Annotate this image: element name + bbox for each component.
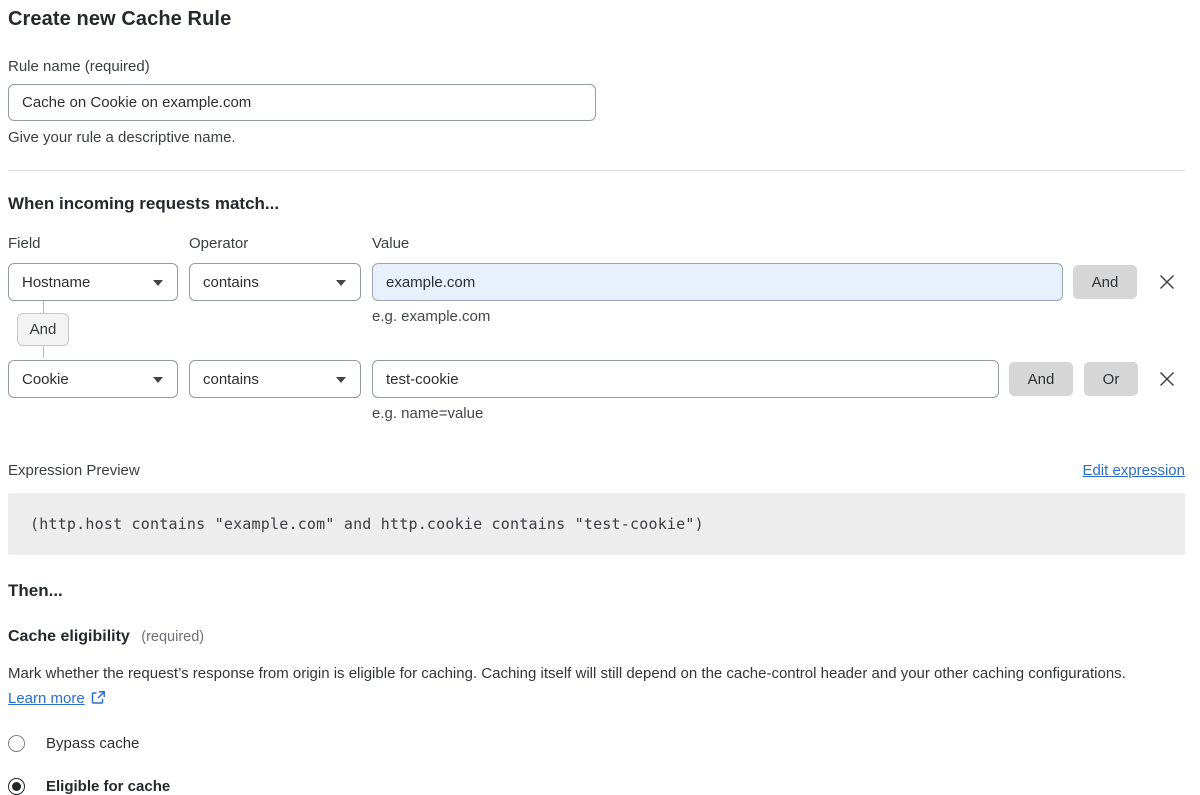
value-input[interactable] — [372, 360, 999, 398]
operator-select[interactable]: contains — [189, 360, 361, 398]
chevron-down-icon — [153, 280, 163, 286]
add-and-condition-button[interactable]: And — [1073, 265, 1137, 299]
chevron-down-icon — [336, 377, 346, 383]
remove-condition-button[interactable] — [1155, 367, 1179, 391]
chevron-down-icon — [153, 377, 163, 383]
cache-eligibility-header: Cache eligibility (required) — [8, 628, 1185, 646]
field-select-value: Cookie — [22, 371, 69, 388]
bypass-cache-option[interactable]: Bypass cache — [8, 735, 1185, 752]
required-tag: (required) — [141, 629, 204, 645]
radio-dot — [12, 782, 21, 791]
field-select[interactable]: Cookie — [8, 360, 178, 398]
value-column-label: Value — [372, 235, 1185, 252]
rule-name-input[interactable] — [8, 84, 596, 121]
radio-unselected-icon[interactable] — [8, 735, 25, 752]
remove-condition-button[interactable] — [1155, 270, 1179, 294]
field-column-label: Field — [8, 235, 189, 252]
condition-column-labels: Field Operator Value — [8, 235, 1185, 252]
close-icon — [1158, 370, 1176, 388]
condition-row: Cookie contains e.g. name=value And Or — [8, 360, 1185, 422]
field-select[interactable]: Hostname — [8, 263, 178, 301]
field-select-value: Hostname — [22, 274, 90, 291]
operator-select-value: contains — [203, 274, 259, 291]
bypass-cache-label: Bypass cache — [46, 735, 139, 752]
rule-name-label: Rule name (required) — [8, 58, 1185, 75]
external-link-icon — [91, 690, 106, 705]
match-heading: When incoming requests match... — [8, 194, 1185, 214]
description-text: Mark whether the request’s response from… — [8, 665, 1126, 682]
section-divider — [8, 170, 1185, 171]
edit-expression-link[interactable]: Edit expression — [1082, 462, 1185, 479]
learn-more-link[interactable]: Learn more — [8, 690, 85, 707]
operator-select[interactable]: contains — [189, 263, 361, 301]
close-icon — [1158, 273, 1176, 291]
value-hint: e.g. example.com — [372, 308, 1063, 325]
expression-preview-label: Expression Preview — [8, 462, 140, 479]
page-title: Create new Cache Rule — [8, 8, 1185, 31]
cache-eligibility-description: Mark whether the request’s response from… — [8, 661, 1168, 711]
conditions-builder: Field Operator Value And Hostname contai… — [8, 235, 1185, 422]
cache-eligibility-title: Cache eligibility — [8, 628, 130, 645]
add-or-condition-button[interactable]: Or — [1084, 362, 1138, 396]
value-field-group: e.g. example.com — [372, 263, 1063, 325]
then-heading: Then... — [8, 581, 1185, 601]
rule-name-help: Give your rule a descriptive name. — [8, 129, 1185, 146]
expression-preview-code: (http.host contains "example.com" and ht… — [8, 493, 1185, 555]
value-input[interactable] — [372, 263, 1063, 301]
add-and-condition-button[interactable]: And — [1009, 362, 1073, 396]
and-connector-badge[interactable]: And — [17, 313, 69, 346]
expression-preview-header: Expression Preview Edit expression — [8, 462, 1185, 479]
operator-column-label: Operator — [189, 235, 372, 252]
operator-select-value: contains — [203, 371, 259, 388]
radio-selected-icon[interactable] — [8, 778, 25, 795]
value-hint: e.g. name=value — [372, 405, 999, 422]
value-field-group: e.g. name=value — [372, 360, 999, 422]
eligible-for-cache-label: Eligible for cache — [46, 778, 170, 795]
create-cache-rule-page: Create new Cache Rule Rule name (require… — [0, 0, 1200, 795]
chevron-down-icon — [336, 280, 346, 286]
condition-row: Hostname contains e.g. example.com And — [8, 263, 1185, 325]
eligible-for-cache-option[interactable]: Eligible for cache — [8, 778, 1185, 795]
